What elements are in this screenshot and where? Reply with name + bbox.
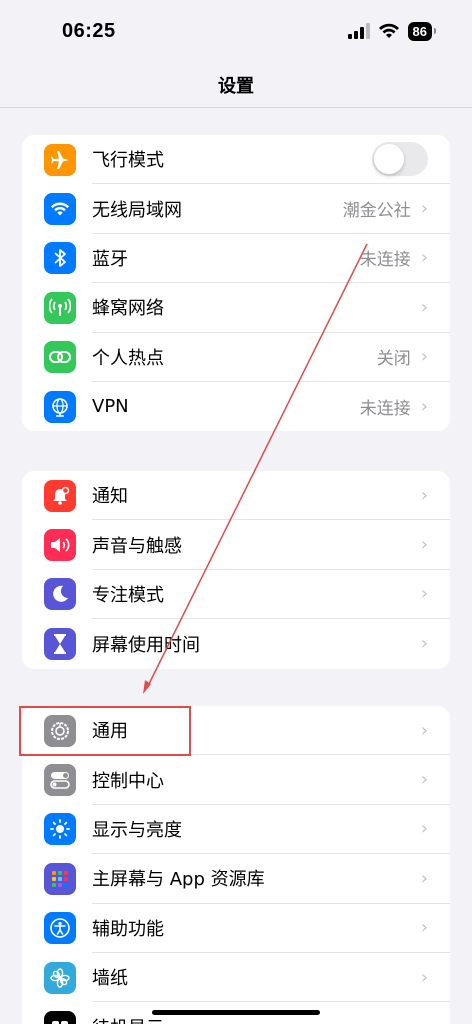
chevron-right-icon: ›: [420, 296, 428, 318]
page-title: 设置: [218, 75, 254, 97]
row-label: 蜂窝网络: [92, 298, 164, 320]
battery-indicator: 86: [407, 21, 437, 41]
row-label: 显示与亮度: [92, 819, 182, 841]
settings-row-display[interactable]: 显示与亮度 ›: [22, 805, 450, 855]
settings-row-hotspot[interactable]: 个人热点 关闭 ›: [22, 333, 450, 382]
row-label: 飞行模式: [92, 150, 164, 172]
chevron-right-icon: ›: [420, 966, 428, 988]
status-bar: 06:25 86: [0, 0, 472, 62]
chevron-right-icon: ›: [420, 247, 428, 269]
row-label: 个人热点: [92, 347, 164, 369]
settings-group-connectivity: 飞行模式 无线局域网 潮金公社 › 蓝牙 未连接 › 蜂窝网络 › 个人热点 关…: [22, 135, 450, 432]
row-label: 通知: [92, 486, 128, 508]
highlight-box: [19, 706, 191, 756]
chevron-right-icon: ›: [420, 346, 428, 368]
settings-row-accessibility[interactable]: 辅助功能 ›: [22, 904, 450, 953]
chevron-right-icon: ›: [420, 484, 428, 506]
chevron-right-icon: ›: [420, 633, 428, 655]
row-label: 无线局域网: [92, 199, 182, 221]
row-label: 主屏幕与 App 资源库: [92, 869, 265, 891]
wifi-status-icon: [378, 23, 399, 38]
nav-bar: 设置: [0, 62, 472, 108]
chevron-right-icon: ›: [420, 198, 428, 220]
row-value: 未连接: [359, 250, 411, 271]
settings-row-airplane-mode[interactable]: 飞行模式: [22, 135, 450, 185]
row-label: VPN: [92, 396, 129, 418]
settings-row-notifications[interactable]: 通知 ›: [22, 471, 450, 521]
chevron-right-icon: ›: [420, 769, 428, 791]
settings-row-home-screen[interactable]: 主屏幕与 App 资源库 ›: [22, 854, 450, 904]
bluetooth-icon: [44, 242, 76, 275]
row-label: 蓝牙: [92, 248, 128, 270]
chevron-right-icon: ›: [420, 917, 428, 939]
cellular-signal-icon: [347, 23, 370, 39]
chevron-right-icon: ›: [420, 719, 428, 741]
settings-group-notifications: 通知 › 声音与触感 › 专注模式 › 屏幕使用时间 ›: [22, 471, 450, 669]
moon-icon: [44, 578, 76, 611]
settings-row-screen-time[interactable]: 屏幕使用时间 ›: [22, 619, 450, 668]
row-label: 待机显示: [92, 1014, 421, 1024]
settings-row-wifi[interactable]: 无线局域网 潮金公社 ›: [22, 184, 450, 234]
flower-icon: [44, 961, 76, 994]
standby-icon: [44, 1011, 76, 1024]
speaker-icon: [44, 529, 76, 562]
row-value: 潮金公社: [342, 201, 411, 222]
row-value: 关闭: [376, 349, 411, 370]
chevron-right-icon: ›: [420, 396, 428, 418]
chevron-right-icon: ›: [420, 867, 428, 889]
row-label: 声音与触感: [92, 535, 182, 557]
row-label: 辅助功能: [92, 918, 164, 940]
row-label: 专注模式: [92, 584, 164, 606]
control-toggles-icon: [44, 764, 76, 797]
row-value: 未连接: [359, 399, 411, 420]
settings-row-cellular[interactable]: 蜂窝网络 ›: [22, 283, 450, 333]
cellular-icon: [44, 291, 76, 324]
chevron-right-icon: ›: [421, 1017, 428, 1024]
home-indicator[interactable]: [152, 1010, 320, 1015]
accessibility-icon: [44, 912, 76, 945]
settings-row-bluetooth[interactable]: 蓝牙 未连接 ›: [22, 234, 450, 284]
chevron-right-icon: ›: [420, 534, 428, 556]
notification-bell-icon: [44, 479, 76, 512]
airplane-icon: [44, 143, 76, 176]
row-label: 屏幕使用时间: [92, 634, 200, 656]
sun-icon: [44, 813, 76, 846]
hourglass-icon: [44, 627, 76, 660]
settings-row-wallpaper[interactable]: 墙纸 ›: [22, 953, 450, 1003]
status-time: 06:25: [62, 19, 116, 42]
row-label: 墙纸: [92, 968, 128, 990]
settings-row-control-center[interactable]: 控制中心 ›: [22, 755, 450, 805]
settings-row-vpn[interactable]: VPN 未连接 ›: [22, 382, 450, 431]
chevron-right-icon: ›: [420, 583, 428, 605]
hotspot-icon: [44, 341, 76, 374]
wifi-icon: [44, 193, 76, 226]
settings-row-focus[interactable]: 专注模式 ›: [22, 570, 450, 620]
status-icons: 86: [347, 21, 437, 41]
vpn-globe-icon: [44, 390, 76, 423]
settings-row-sounds[interactable]: 声音与触感 ›: [22, 520, 450, 570]
app-grid-icon: [44, 862, 76, 895]
airplane-mode-toggle[interactable]: [372, 142, 428, 177]
row-label: 控制中心: [92, 770, 164, 792]
chevron-right-icon: ›: [420, 818, 428, 840]
